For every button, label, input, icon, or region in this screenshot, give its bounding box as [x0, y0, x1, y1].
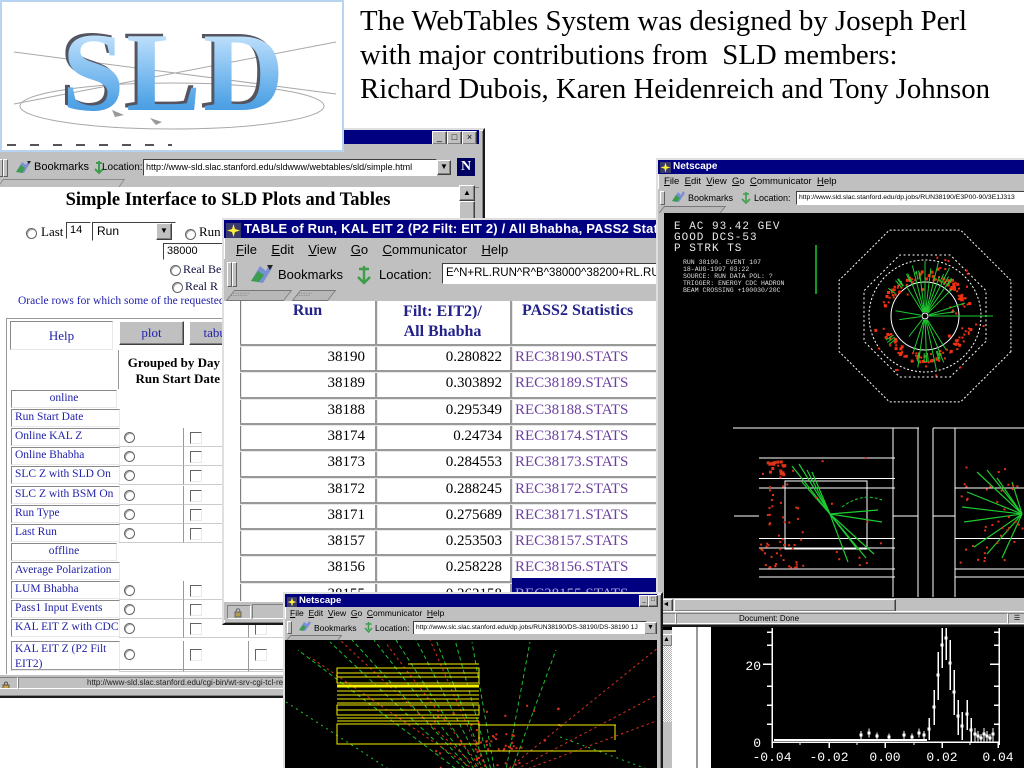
svg-text:-0.04: -0.04: [752, 750, 791, 765]
svg-text:0.04: 0.04: [982, 750, 1013, 765]
svg-text:18-AUG-1997 03:22: 18-AUG-1997 03:22: [683, 266, 749, 273]
svg-text:SOURCE: RUN DATA POL: ?: SOURCE: RUN DATA POL: ?: [683, 273, 773, 280]
svg-text:RUN 38190. EVENT 107: RUN 38190. EVENT 107: [683, 259, 761, 266]
svg-text:20: 20: [745, 659, 761, 674]
svg-text:0.02: 0.02: [926, 750, 957, 765]
svg-text:TRIGGER: ENERGY CDC HADRON: TRIGGER: ENERGY CDC HADRON: [683, 280, 785, 287]
svg-text:-0.02: -0.02: [809, 750, 848, 765]
svg-text:0: 0: [753, 736, 761, 751]
svg-text:SLD: SLD: [62, 11, 286, 135]
svg-text:0.00: 0.00: [869, 750, 900, 765]
svg-text:BEAM CROSSING +100030/20C: BEAM CROSSING +100030/20C: [683, 287, 781, 294]
svg-text:P STRK TS: P STRK TS: [674, 243, 742, 255]
